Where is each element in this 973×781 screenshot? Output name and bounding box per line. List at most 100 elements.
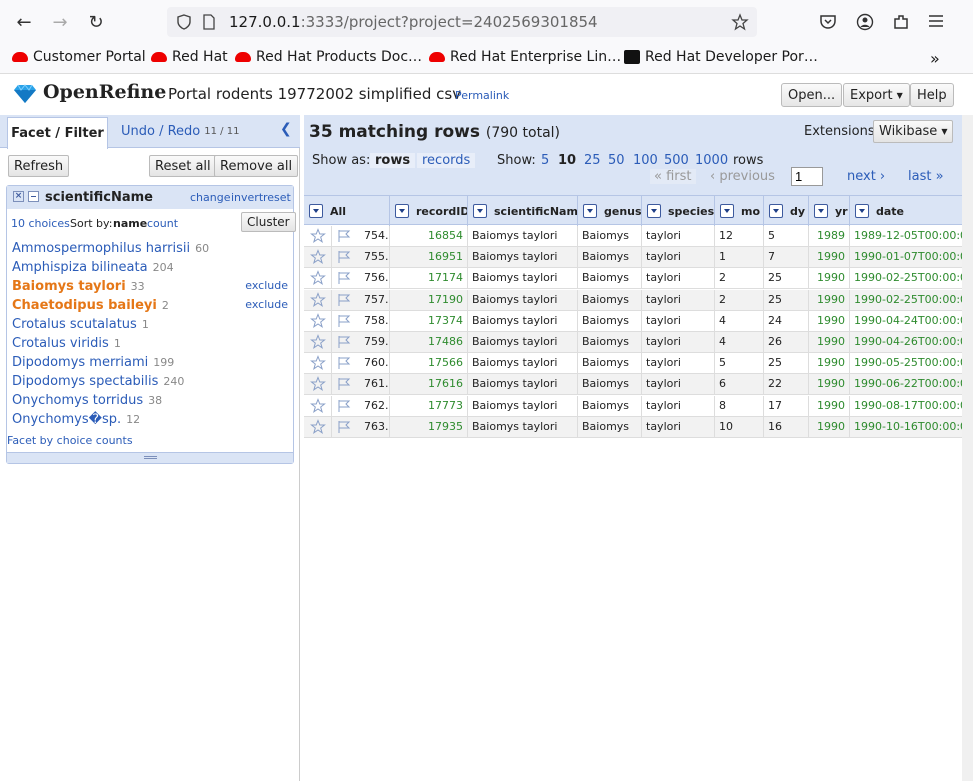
facet-choice[interactable]: Onychomys torridus 38 [12, 393, 162, 408]
recordid-cell[interactable]: 17566 [390, 353, 468, 375]
mo-cell[interactable]: 4 [715, 310, 764, 332]
facet-sort-name[interactable]: name [113, 217, 147, 230]
remove-all-button[interactable]: Remove all [214, 155, 299, 177]
tab-facet-filter[interactable]: Facet / Filter [7, 117, 108, 149]
scientificname-cell[interactable]: Baiomys taylori [468, 416, 578, 438]
star-icon[interactable] [310, 312, 326, 329]
exclude-link[interactable]: exclude [245, 298, 288, 311]
page-size-50[interactable]: 50 [608, 153, 625, 168]
date-cell[interactable]: 1990-04-26T00:00:00Z [850, 332, 962, 353]
page-size-100[interactable]: 100 [633, 153, 658, 168]
mo-cell[interactable]: 6 [715, 374, 764, 396]
column-header-genus[interactable]: genus [578, 196, 642, 226]
reload-icon[interactable]: ↻ [78, 4, 114, 40]
species-cell[interactable]: taylori [642, 416, 715, 438]
dy-cell[interactable]: 7 [764, 247, 809, 269]
column-menu-icon[interactable] [814, 204, 828, 218]
column-header-recordid[interactable]: recordID [390, 196, 468, 226]
row-number-cell[interactable]: 756. [360, 268, 390, 290]
bookmark-enterprise-linux[interactable]: Red Hat Enterprise Lin… [429, 49, 621, 65]
column-menu-icon[interactable] [583, 204, 597, 218]
genus-cell[interactable]: Baiomys [578, 247, 642, 269]
row-number-cell[interactable]: 763. [360, 416, 390, 438]
dy-cell[interactable]: 17 [764, 395, 809, 417]
date-cell[interactable]: 1990-05-25T00:00:00Z [850, 353, 962, 374]
flag-icon[interactable] [337, 420, 351, 434]
species-cell[interactable]: taylori [642, 395, 715, 417]
yr-cell[interactable]: 1990 [809, 395, 850, 417]
recordid-cell[interactable]: 17773 [390, 395, 468, 417]
row-number-cell[interactable]: 755. [360, 247, 390, 269]
recordid-cell[interactable]: 16854 [390, 226, 468, 247]
yr-cell[interactable]: 1990 [809, 374, 850, 396]
facet-choice[interactable]: Amphispiza bilineata 204 [12, 260, 174, 275]
collapse-left-icon[interactable]: ❮ [280, 121, 296, 137]
flag-icon[interactable] [337, 229, 351, 243]
recordid-cell[interactable]: 16951 [390, 247, 468, 269]
scientificname-cell[interactable]: Baiomys taylori [468, 226, 578, 247]
minimize-icon[interactable] [28, 191, 39, 202]
facet-by-counts-link[interactable]: Facet by choice counts [7, 434, 133, 447]
yr-cell[interactable]: 1990 [809, 268, 850, 290]
column-header-dy[interactable]: dy [764, 196, 809, 226]
flag-icon[interactable] [337, 314, 351, 328]
more-bookmarks-icon[interactable]: » [930, 49, 940, 68]
species-cell[interactable]: taylori [642, 289, 715, 311]
flag-icon[interactable] [337, 356, 351, 370]
column-menu-icon[interactable] [309, 204, 323, 218]
yr-cell[interactable]: 1989 [809, 226, 850, 247]
recordid-cell[interactable]: 17935 [390, 416, 468, 438]
mo-cell[interactable]: 2 [715, 268, 764, 290]
dy-cell[interactable]: 26 [764, 332, 809, 353]
yr-cell[interactable]: 1990 [809, 289, 850, 311]
bookmark-star-icon[interactable] [731, 13, 749, 31]
flag-icon[interactable] [337, 399, 351, 413]
page-size-500[interactable]: 500 [664, 153, 689, 168]
row-number-cell[interactable]: 762. [360, 395, 390, 417]
scientificname-cell[interactable]: Baiomys taylori [468, 310, 578, 332]
recordid-cell[interactable]: 17486 [390, 332, 468, 353]
show-as-records[interactable]: records [417, 153, 476, 168]
row-number-cell[interactable]: 758. [360, 310, 390, 332]
facet-choices-count[interactable]: 10 choices [11, 217, 70, 230]
species-cell[interactable]: taylori [642, 374, 715, 396]
recordid-cell[interactable]: 17374 [390, 310, 468, 332]
star-icon[interactable] [310, 228, 326, 244]
column-menu-icon[interactable] [855, 204, 869, 218]
star-icon[interactable] [310, 397, 326, 414]
yr-cell[interactable]: 1990 [809, 310, 850, 332]
page-size-10[interactable]: 10 [558, 153, 576, 168]
mo-cell[interactable]: 2 [715, 289, 764, 311]
last-page-link[interactable]: last » [908, 169, 944, 184]
account-icon[interactable] [856, 13, 874, 31]
genus-cell[interactable]: Baiomys [578, 353, 642, 375]
species-cell[interactable]: taylori [642, 310, 715, 332]
column-header-mo[interactable]: mo [715, 196, 764, 226]
yr-cell[interactable]: 1990 [809, 247, 850, 269]
yr-cell[interactable]: 1990 [809, 353, 850, 375]
export-button[interactable]: Export ▼ [843, 83, 910, 107]
flag-icon[interactable] [337, 271, 351, 285]
row-number-cell[interactable]: 760. [360, 353, 390, 375]
row-number-cell[interactable]: 759. [360, 332, 390, 353]
bookmark-red-hat[interactable]: Red Hat [151, 49, 228, 65]
recordid-cell[interactable]: 17190 [390, 289, 468, 311]
genus-cell[interactable]: Baiomys [578, 332, 642, 353]
mo-cell[interactable]: 12 [715, 226, 764, 247]
scientificname-cell[interactable]: Baiomys taylori [468, 268, 578, 290]
dy-cell[interactable]: 22 [764, 374, 809, 396]
flag-icon[interactable] [337, 377, 351, 391]
show-as-rows[interactable]: rows [370, 153, 416, 168]
facet-choice-selected[interactable]: Baiomys taylori 33 [12, 279, 145, 294]
facet-reset-link[interactable]: reset [263, 191, 291, 204]
facet-choice[interactable]: Crotalus scutalatus 1 [12, 317, 149, 332]
date-cell[interactable]: 1990-01-07T00:00:00Z [850, 247, 962, 268]
star-icon[interactable] [310, 334, 326, 350]
column-header-all[interactable]: All [304, 196, 390, 226]
species-cell[interactable]: taylori [642, 332, 715, 353]
star-icon[interactable] [310, 270, 326, 286]
flag-icon[interactable] [337, 293, 351, 307]
scientificname-cell[interactable]: Baiomys taylori [468, 332, 578, 353]
row-number-cell[interactable]: 761. [360, 374, 390, 396]
dy-cell[interactable]: 25 [764, 353, 809, 375]
